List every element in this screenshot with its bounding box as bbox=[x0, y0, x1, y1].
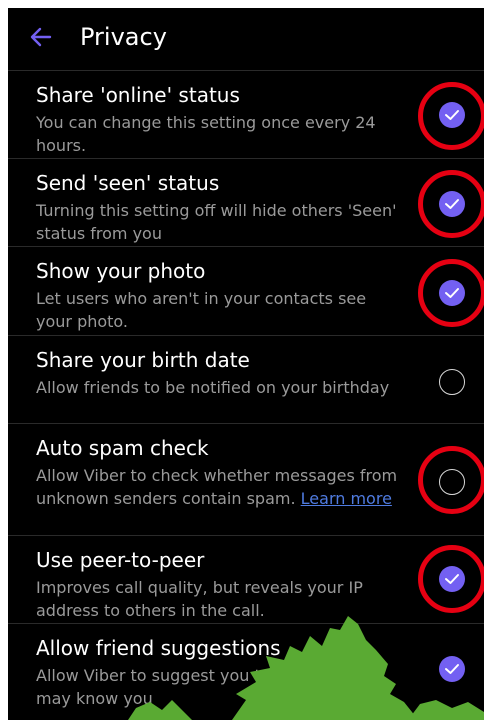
checkbox-unchecked[interactable] bbox=[439, 369, 465, 395]
setting-title: Show your photo bbox=[36, 259, 206, 283]
page-title: Privacy bbox=[80, 23, 167, 51]
checkbox-checked[interactable] bbox=[439, 566, 465, 592]
top-bar: Privacy bbox=[8, 8, 484, 71]
checkbox-checked[interactable] bbox=[439, 102, 465, 128]
setting-row-share-online-status[interactable]: Share 'online' status You can change thi… bbox=[8, 71, 484, 159]
checkbox-checked[interactable] bbox=[439, 656, 465, 682]
setting-description: Allow friends to be notified on your bir… bbox=[36, 378, 390, 397]
checkbox-checked[interactable] bbox=[439, 280, 465, 306]
setting-title: Share your birth date bbox=[36, 348, 250, 372]
checkbox-unchecked[interactable] bbox=[439, 469, 465, 495]
back-arrow-icon[interactable] bbox=[28, 24, 54, 50]
checkmark-icon bbox=[445, 664, 459, 674]
setting-title: Use peer-to-peer bbox=[36, 548, 205, 572]
checkbox-checked[interactable] bbox=[439, 191, 465, 217]
setting-row-share-birth-date[interactable]: Share your birth date Allow friends to b… bbox=[8, 336, 484, 424]
setting-title: Auto spam check bbox=[36, 436, 209, 460]
setting-row-allow-friend-suggestions[interactable]: Allow friend suggestions Allow Viber to … bbox=[8, 624, 484, 720]
checkmark-icon bbox=[445, 199, 459, 209]
setting-row-show-your-photo[interactable]: Show your photo Let users who aren't in … bbox=[8, 247, 484, 336]
checkmark-icon bbox=[445, 574, 459, 584]
setting-description: Allow Viber to suggest you to people who… bbox=[36, 666, 368, 708]
setting-description: You can change this setting once every 2… bbox=[36, 113, 376, 155]
checkmark-icon bbox=[445, 110, 459, 120]
setting-description: Improves call quality, but reveals your … bbox=[36, 578, 363, 620]
setting-row-send-seen-status[interactable]: Send 'seen' status Turning this setting … bbox=[8, 159, 484, 247]
setting-title: Share 'online' status bbox=[36, 83, 240, 107]
checkmark-icon bbox=[445, 288, 459, 298]
setting-description: Allow Viber to check whether messages fr… bbox=[36, 464, 406, 510]
learn-more-link[interactable]: Learn more bbox=[301, 489, 392, 508]
setting-title: Send 'seen' status bbox=[36, 171, 220, 195]
setting-description: Turning this setting off will hide other… bbox=[36, 201, 397, 243]
setting-row-auto-spam-check[interactable]: Auto spam check Allow Viber to check whe… bbox=[8, 424, 484, 536]
privacy-screen: Privacy Share 'online' status You can ch… bbox=[8, 8, 484, 720]
setting-title: Allow friend suggestions bbox=[36, 636, 281, 660]
setting-description: Let users who aren't in your contacts se… bbox=[36, 289, 367, 331]
setting-row-use-peer-to-peer[interactable]: Use peer-to-peer Improves call quality, … bbox=[8, 536, 484, 624]
